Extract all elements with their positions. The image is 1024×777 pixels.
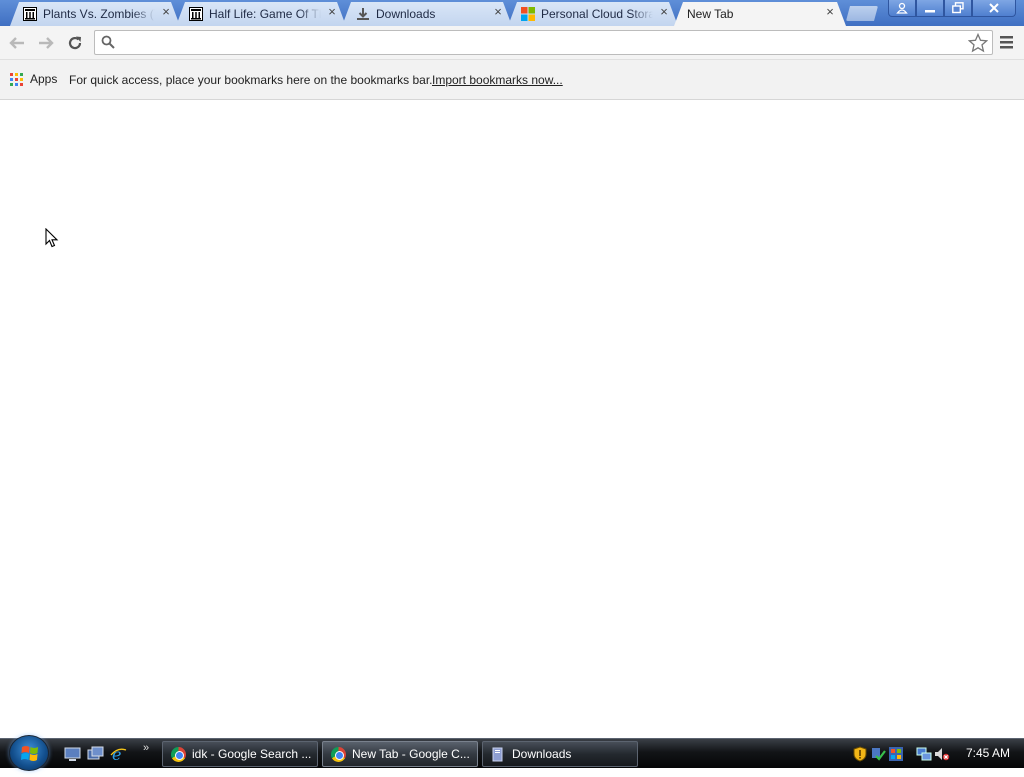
tab-title: Downloads <box>376 7 436 21</box>
back-button[interactable] <box>6 32 28 54</box>
taskbar-button-label: New Tab - Google C... <box>352 747 470 761</box>
page-content <box>0 100 1024 738</box>
tab-close-button[interactable]: × <box>326 5 338 18</box>
new-tab-button[interactable] <box>846 6 878 21</box>
address-input[interactable] <box>121 33 961 53</box>
taskbar-clock[interactable]: 7:45 AM <box>966 746 1010 760</box>
taskbar-button-new-tab[interactable]: New Tab - Google C... <box>322 741 478 767</box>
taskbar-button-label: idk - Google Search ... <box>192 747 312 761</box>
tab-downloads-content: Downloads <box>355 2 488 26</box>
archive-pillar-icon <box>22 6 38 22</box>
browser-toolbar <box>0 26 1024 60</box>
reload-button[interactable] <box>64 32 86 54</box>
download-icon <box>355 6 371 22</box>
search-icon <box>101 35 115 54</box>
security-shield-icon[interactable] <box>852 746 868 762</box>
taskbar-button-label: Downloads <box>512 747 572 761</box>
bookmarks-hint-text: For quick access, place your bookmarks h… <box>69 73 433 87</box>
forward-button[interactable] <box>35 32 57 54</box>
archive-pillar-icon <box>188 6 204 22</box>
back-arrow-icon <box>9 37 24 49</box>
network-icon[interactable] <box>916 746 932 762</box>
profile-button[interactable] <box>888 0 916 17</box>
menu-button[interactable] <box>998 34 1016 52</box>
microsoft-icon <box>520 6 536 22</box>
network-check-icon[interactable] <box>870 746 886 762</box>
close-icon <box>989 3 999 13</box>
windows-taskbar: e » idk - Google Search ... New Tab - Go… <box>0 735 1024 771</box>
tab-strip: Plants Vs. Zombies (T × Half Life: Game … <box>0 0 1024 26</box>
tab-new-tab-content: New Tab <box>687 2 799 26</box>
show-desktop-icon[interactable] <box>64 746 81 762</box>
tab-close-button[interactable]: × <box>160 5 172 18</box>
volume-muted-icon[interactable] <box>934 746 950 762</box>
tab-title: Half Life: Game Of Th <box>209 7 321 21</box>
minimize-button[interactable] <box>916 0 944 17</box>
profile-icon <box>896 2 908 14</box>
restore-button[interactable] <box>944 0 972 17</box>
forward-arrow-icon <box>39 37 54 49</box>
tab-title: Personal Cloud Storag <box>541 7 653 21</box>
tab-plants-vs-zombies-content: Plants Vs. Zombies (T <box>22 2 155 26</box>
switch-windows-icon[interactable] <box>87 746 104 762</box>
restore-icon <box>952 2 964 14</box>
omnibox[interactable] <box>94 30 993 55</box>
tab-close-button[interactable]: × <box>492 5 504 18</box>
svg-text:e: e <box>112 746 121 762</box>
mouse-cursor-icon <box>45 227 59 253</box>
tab-title: New Tab <box>687 7 734 21</box>
windows-update-icon[interactable] <box>888 746 904 762</box>
tab-half-life-content: Half Life: Game Of Th <box>188 2 321 26</box>
apps-grid-icon <box>10 72 23 86</box>
internet-explorer-icon[interactable]: e <box>110 745 127 764</box>
chrome-icon <box>331 746 346 762</box>
close-window-button[interactable] <box>972 0 1016 17</box>
tab-close-button[interactable]: × <box>824 5 836 18</box>
taskbar-button-google-search[interactable]: idk - Google Search ... <box>162 741 318 767</box>
chrome-icon <box>171 746 186 762</box>
start-button[interactable] <box>9 735 49 771</box>
tab-title: Plants Vs. Zombies (T <box>43 7 155 21</box>
folder-icon <box>491 747 506 762</box>
taskbar-button-downloads[interactable]: Downloads <box>482 741 638 767</box>
quick-launch-more-button[interactable]: » <box>143 742 149 754</box>
window-controls <box>888 0 1016 18</box>
apps-shortcut[interactable]: Apps <box>10 72 57 86</box>
windows-logo-icon <box>21 746 38 761</box>
bookmarks-bar: Apps For quick access, place your bookma… <box>0 60 1024 100</box>
reload-icon <box>68 36 82 50</box>
system-tray <box>852 743 952 765</box>
star-icon[interactable] <box>967 32 989 58</box>
hamburger-menu-icon <box>1000 36 1013 49</box>
tab-personal-cloud-storage-content: Personal Cloud Storag <box>520 2 653 26</box>
apps-label: Apps <box>30 72 58 86</box>
import-bookmarks-link[interactable]: Import bookmarks now... <box>432 73 563 87</box>
minimize-icon <box>925 10 935 13</box>
tab-close-button[interactable]: × <box>658 5 670 18</box>
